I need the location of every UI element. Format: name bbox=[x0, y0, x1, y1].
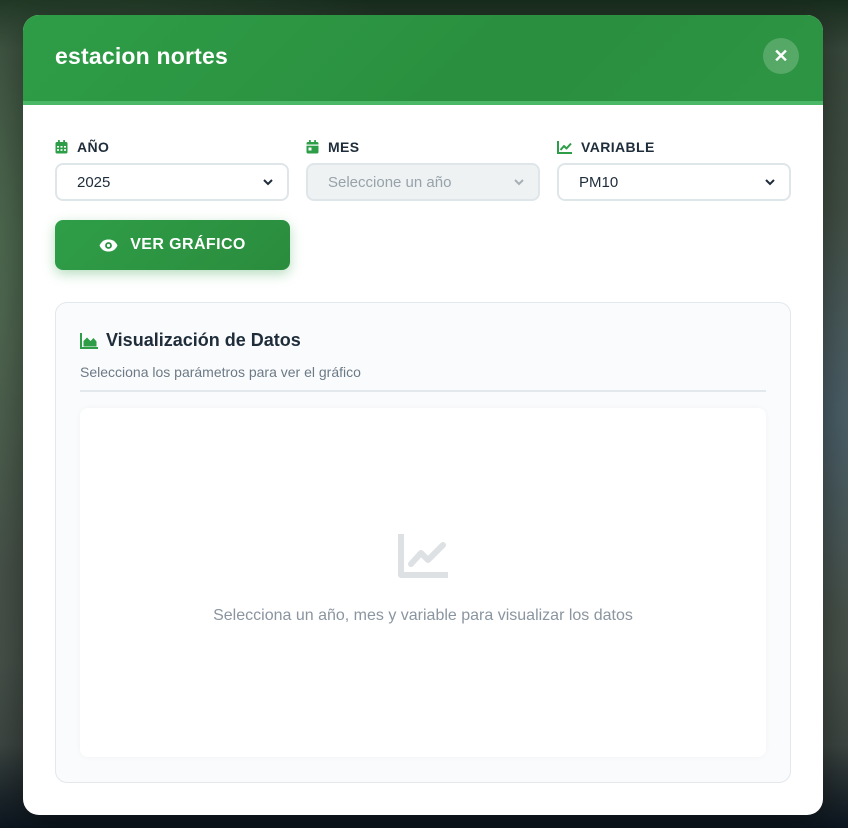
filters-row: AÑO 2025 MES Seleccione un año VARIABLE … bbox=[55, 138, 791, 206]
chevron-down-icon bbox=[263, 179, 273, 186]
month-select[interactable]: Seleccione un año bbox=[306, 163, 540, 201]
year-select[interactable]: 2025 bbox=[55, 163, 289, 201]
year-label-text: AÑO bbox=[77, 139, 110, 155]
variable-select[interactable]: PM10 bbox=[557, 163, 791, 201]
modal-title: estacion nortes bbox=[55, 43, 228, 69]
month-field: MES Seleccione un año bbox=[306, 138, 540, 201]
year-label: AÑO bbox=[55, 138, 289, 156]
calendar-icon bbox=[55, 140, 68, 154]
panel-divider bbox=[80, 390, 766, 392]
panel-title: Visualización de Datos bbox=[80, 330, 301, 351]
chart-line-icon bbox=[557, 140, 572, 154]
variable-select-value: PM10 bbox=[579, 173, 619, 191]
empty-state-message: Selecciona un año, mes y variable para v… bbox=[213, 607, 633, 624]
month-label: MES bbox=[306, 138, 540, 156]
panel-title-text: Visualización de Datos bbox=[106, 330, 301, 350]
year-field: AÑO 2025 bbox=[55, 138, 289, 201]
chart-area-icon bbox=[80, 332, 98, 349]
close-button[interactable]: ✕ bbox=[763, 38, 799, 74]
data-visualization-panel: Visualización de Datos Selecciona los pa… bbox=[55, 302, 791, 783]
panel-subtitle: Selecciona los parámetros para ver el gr… bbox=[80, 364, 361, 380]
month-select-value: Seleccione un año bbox=[328, 173, 452, 191]
close-icon: ✕ bbox=[773, 45, 789, 66]
station-modal: estacion nortes ✕ AÑO 2025 MES Seleccion… bbox=[23, 15, 823, 815]
chevron-down-icon bbox=[514, 179, 524, 186]
year-select-value: 2025 bbox=[77, 173, 111, 191]
view-chart-label: VER GRÁFICO bbox=[130, 236, 246, 253]
view-chart-button[interactable]: VER GRÁFICO bbox=[55, 220, 290, 270]
variable-label-text: VARIABLE bbox=[581, 139, 655, 155]
month-label-text: MES bbox=[328, 139, 360, 155]
modal-header: estacion nortes ✕ bbox=[23, 15, 823, 105]
eye-icon bbox=[99, 239, 118, 251]
chevron-down-icon bbox=[765, 179, 775, 186]
chart-line-icon bbox=[398, 534, 448, 578]
variable-field: VARIABLE PM10 bbox=[557, 138, 791, 201]
calendar-day-icon bbox=[306, 140, 319, 154]
variable-label: VARIABLE bbox=[557, 138, 791, 156]
chart-placeholder: Selecciona un año, mes y variable para v… bbox=[80, 408, 766, 757]
